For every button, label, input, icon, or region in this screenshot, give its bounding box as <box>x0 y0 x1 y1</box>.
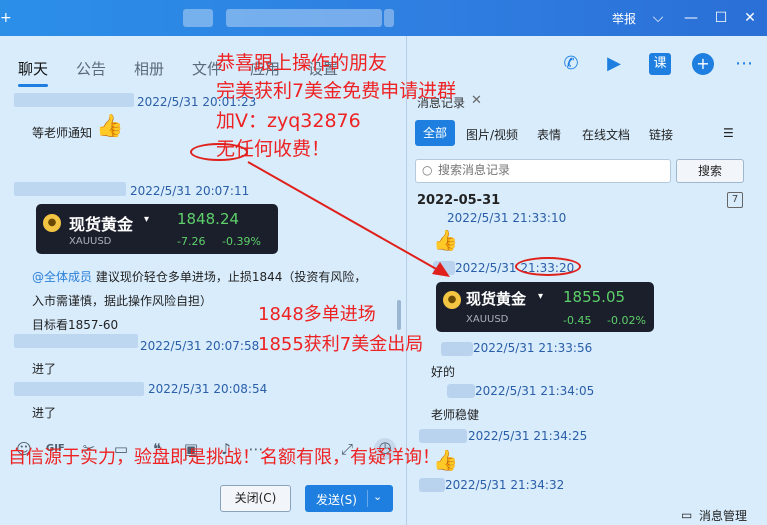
history-date: 2022-05-31 <box>417 193 501 208</box>
gold-coin-icon: ● <box>443 291 461 309</box>
sender-avatar-blur <box>419 429 467 443</box>
chat-scrollbar[interactable] <box>397 300 401 330</box>
history-search-input[interactable] <box>438 163 658 177</box>
history-timestamp: 2022/5/31 21:34:25 <box>468 429 588 443</box>
promo-exit: 1855获利7美金出局 <box>258 334 424 355</box>
filter-settings-icon[interactable]: ☰ <box>723 126 734 140</box>
send-divider <box>367 490 368 507</box>
message-text: 目标看1857-60 <box>32 318 119 332</box>
minimize-icon[interactable]: — <box>680 7 702 29</box>
gold-coin-icon: ● <box>43 214 61 232</box>
filter-links[interactable]: 链接 <box>649 126 673 143</box>
filter-media[interactable]: 图片/视频 <box>466 126 518 143</box>
message-text: 入市需谨慎，据此操作风险自担） <box>32 294 213 308</box>
message-text: 等老师通知 <box>32 126 93 140</box>
promo-line-1: 恭喜跟上操作的朋友 <box>216 52 388 74</box>
promo-line-2: 完美获利7美金免费申请进群 <box>216 80 457 102</box>
history-message-text: 好的 <box>431 365 456 379</box>
highlight-ellipse <box>515 257 581 276</box>
history-list[interactable]: 2022/5/31 21:33:10 👍 2022/5/31 21:33:20 … <box>407 210 767 504</box>
tab-chat[interactable]: 聊天 <box>18 58 48 79</box>
sender-name-blur <box>14 382 144 396</box>
thumbs-up-icon: 👍 <box>433 228 458 252</box>
tab-album[interactable]: 相册 <box>134 58 164 79</box>
history-footer: ▭ 消息管理 <box>407 504 767 525</box>
tab-announcement[interactable]: 公告 <box>76 58 106 79</box>
message-list[interactable]: 2022/5/31 20:01:23 等老师通知 👍 2022/5/31 20:… <box>0 92 406 432</box>
gold-quote-card[interactable]: ● 现货黄金 ▾ XAUUSD 1848.24 -7.26 -0.39% <box>36 204 278 254</box>
quote-change: -7.26 <box>177 235 206 248</box>
app-menu-icon[interactable]: + <box>0 10 12 26</box>
promo-bottom: 自信源于实力，验盘即是挑战！名额有限，有疑详询！ <box>8 447 440 468</box>
history-close-icon[interactable]: ✕ <box>471 93 482 108</box>
active-tab-indicator <box>18 84 48 87</box>
promo-entry: 1848多单进场 <box>258 304 376 325</box>
filter-stickers[interactable]: 表情 <box>537 126 561 143</box>
add-icon[interactable]: + <box>692 53 714 75</box>
quote-dropdown-icon: ▾ <box>144 214 150 225</box>
history-timestamp: 2022/5/31 21:33:10 <box>447 211 567 225</box>
quote-change-pct: -0.39% <box>222 235 261 248</box>
calendar-icon[interactable]: 7 <box>727 192 743 208</box>
send-label: 发送(S) <box>316 493 357 507</box>
action-bar: ✆ ▶ 课 + ⋯ <box>407 36 767 88</box>
dropdown-icon[interactable]: ⌵ <box>647 7 669 29</box>
history-timestamp: 2022/5/31 21:34:05 <box>475 384 595 398</box>
filter-all[interactable]: 全部 <box>415 120 455 146</box>
search-button[interactable]: 搜索 <box>676 159 744 183</box>
history-search: ○ <box>415 159 671 183</box>
search-icon: ○ <box>422 163 433 177</box>
mention-all[interactable]: @全体成员 <box>32 270 92 284</box>
maximize-icon[interactable]: ☐ <box>710 7 732 29</box>
sender-avatar-blur <box>419 478 445 492</box>
quote-name: 现货黄金 <box>466 290 527 308</box>
quote-dropdown-icon: ▾ <box>538 291 544 302</box>
sender-name-blur <box>14 93 134 107</box>
sender-avatar-blur <box>447 384 475 398</box>
management-icon[interactable]: ▭ <box>681 508 692 522</box>
highlight-ellipse <box>190 143 248 161</box>
close-window-icon[interactable]: ✕ <box>739 7 761 29</box>
sender-name-blur <box>14 182 126 196</box>
thumbs-up-icon: 👍 <box>96 114 124 139</box>
history-timestamp: 2022/5/31 21:33:56 <box>473 341 593 355</box>
message-text: @全体成员 建议现价轻仓多单进场，止损1844（投资有风险， <box>32 270 367 284</box>
message-timestamp: 2022/5/31 20:07:58 <box>140 339 260 353</box>
title-bar: + 举报 ⌵ — ☐ ✕ <box>0 0 767 36</box>
quote-price: 1848.24 <box>177 210 240 228</box>
quote-name: 现货黄金 <box>69 215 134 234</box>
phone-icon[interactable]: ✆ <box>559 52 583 76</box>
message-timestamp: 2022/5/31 20:08:54 <box>148 382 268 396</box>
message-text: 进了 <box>32 406 57 420</box>
history-timestamp: 2022/5/31 21:34:32 <box>445 478 565 492</box>
message-timestamp: 2022/5/31 20:07:11 <box>130 184 250 198</box>
filter-docs[interactable]: 在线文档 <box>582 126 630 143</box>
sender-avatar-blur <box>433 261 455 275</box>
blurred-group-name <box>226 9 382 27</box>
report-link[interactable]: 举报 <box>612 10 636 27</box>
message-text: 进了 <box>32 362 57 376</box>
history-message-text: 老师稳健 <box>431 408 480 422</box>
quote-change: -0.45 <box>563 314 592 327</box>
quote-change-pct: -0.02% <box>607 314 646 327</box>
history-pane: ✆ ▶ 课 + ⋯ 消息记录 ✕ 全部 图片/视频 表情 在线文档 链接 ☰ ○… <box>407 36 767 525</box>
quote-code: XAUUSD <box>69 236 112 247</box>
gold-quote-card[interactable]: ● 现货黄金 ▾ XAUUSD 1855.05 -0.45 -0.02% <box>436 282 654 332</box>
promo-line-3: 加V：zyq32876 <box>216 110 361 132</box>
close-button[interactable]: 关闭(C) <box>220 485 291 512</box>
blurred-group-extra <box>384 9 394 27</box>
send-button[interactable]: 发送(S) ⌄ <box>305 485 393 512</box>
class-icon[interactable]: 课 <box>649 53 671 75</box>
send-options-icon[interactable]: ⌄ <box>373 490 382 503</box>
message-management-link[interactable]: 消息管理 <box>699 507 747 524</box>
quote-price: 1855.05 <box>563 288 626 306</box>
video-icon[interactable]: ▶ <box>602 52 626 76</box>
sender-avatar-blur <box>441 342 473 356</box>
more-options-icon[interactable]: ⋯ <box>732 52 756 76</box>
sender-name-blur <box>14 334 138 348</box>
blurred-group-avatar <box>183 9 213 27</box>
quote-code: XAUUSD <box>466 314 509 325</box>
